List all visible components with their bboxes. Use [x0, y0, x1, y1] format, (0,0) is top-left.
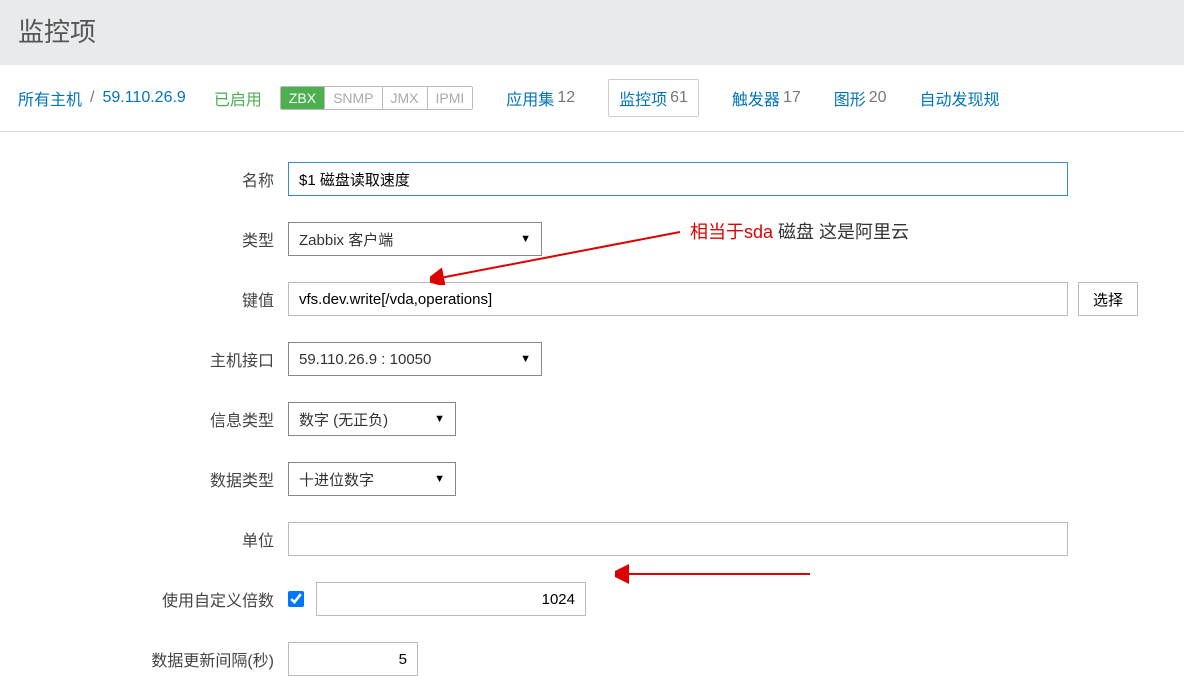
- tab-graph-label: 图形: [834, 86, 866, 110]
- host-nav-row: 所有主机 / 59.110.26.9 已启用 ZBX SNMP JMX IPMI…: [0, 65, 1184, 132]
- breadcrumb-all-hosts[interactable]: 所有主机: [18, 86, 82, 110]
- tab-trigger-label: 触发器: [732, 86, 780, 110]
- tab-graphs[interactable]: 图形 20: [834, 86, 887, 110]
- breadcrumb-sep: /: [90, 89, 94, 107]
- interval-input[interactable]: [288, 642, 418, 676]
- hostif-select[interactable]: 59.110.26.9 : 10050: [288, 342, 542, 376]
- proto-ipmi: IPMI: [427, 87, 473, 109]
- proto-jmx: JMX: [382, 87, 427, 109]
- page-title: 监控项: [0, 0, 1184, 65]
- unit-label: 单位: [0, 527, 288, 551]
- multiplier-checkbox[interactable]: [288, 591, 304, 607]
- tab-triggers[interactable]: 触发器 17: [732, 86, 801, 110]
- hostif-select-value: 59.110.26.9 : 10050: [299, 351, 431, 368]
- data-type-label: 数据类型: [0, 467, 288, 491]
- breadcrumb-host[interactable]: 59.110.26.9: [102, 89, 185, 107]
- annotation-suffix: 磁盘 这是阿里云: [773, 222, 909, 242]
- tab-graph-count: 20: [869, 89, 887, 107]
- name-label: 名称: [0, 167, 288, 191]
- type-label: 类型: [0, 227, 288, 251]
- status-enabled: 已启用: [214, 86, 262, 110]
- proto-snmp: SNMP: [324, 87, 381, 109]
- tab-discover-label: 自动发现规: [920, 86, 1000, 110]
- tab-items-label: 监控项: [619, 86, 667, 110]
- name-input[interactable]: [288, 162, 1068, 196]
- annotation-sda: sda: [744, 222, 773, 242]
- info-type-value: 数字 (无正负): [299, 409, 388, 430]
- tab-items-count: 61: [670, 89, 688, 107]
- key-select-button[interactable]: 选择: [1078, 282, 1138, 316]
- type-select-value: Zabbix 客户端: [299, 229, 393, 250]
- data-type-select[interactable]: 十进位数字: [288, 462, 456, 496]
- tab-appset-label: 应用集: [506, 86, 554, 110]
- tab-appset-count: 12: [557, 89, 575, 107]
- type-select[interactable]: Zabbix 客户端: [288, 222, 542, 256]
- hostif-label: 主机接口: [0, 347, 288, 371]
- tab-items[interactable]: 监控项 61: [608, 79, 699, 117]
- info-type-select[interactable]: 数字 (无正负): [288, 402, 456, 436]
- tab-appset[interactable]: 应用集 12: [506, 86, 575, 110]
- info-type-label: 信息类型: [0, 407, 288, 431]
- annotation-text: 相当于sda 磁盘 这是阿里云: [690, 218, 909, 244]
- item-form: 名称 类型 Zabbix 客户端 键值 选择 主机接口 59.110.26.9 …: [0, 132, 1184, 676]
- key-input[interactable]: [288, 282, 1068, 316]
- protocol-badges: ZBX SNMP JMX IPMI: [280, 86, 473, 110]
- proto-zbx: ZBX: [281, 87, 324, 109]
- multiplier-input[interactable]: [316, 582, 586, 616]
- tab-discovery[interactable]: 自动发现规: [920, 86, 1000, 110]
- multiplier-label: 使用自定义倍数: [0, 587, 288, 611]
- unit-input[interactable]: [288, 522, 1068, 556]
- tab-trigger-count: 17: [783, 89, 801, 107]
- interval-label: 数据更新间隔(秒): [0, 647, 288, 671]
- data-type-value: 十进位数字: [299, 469, 374, 490]
- key-label: 键值: [0, 287, 288, 311]
- annotation-prefix: 相当于: [690, 222, 744, 242]
